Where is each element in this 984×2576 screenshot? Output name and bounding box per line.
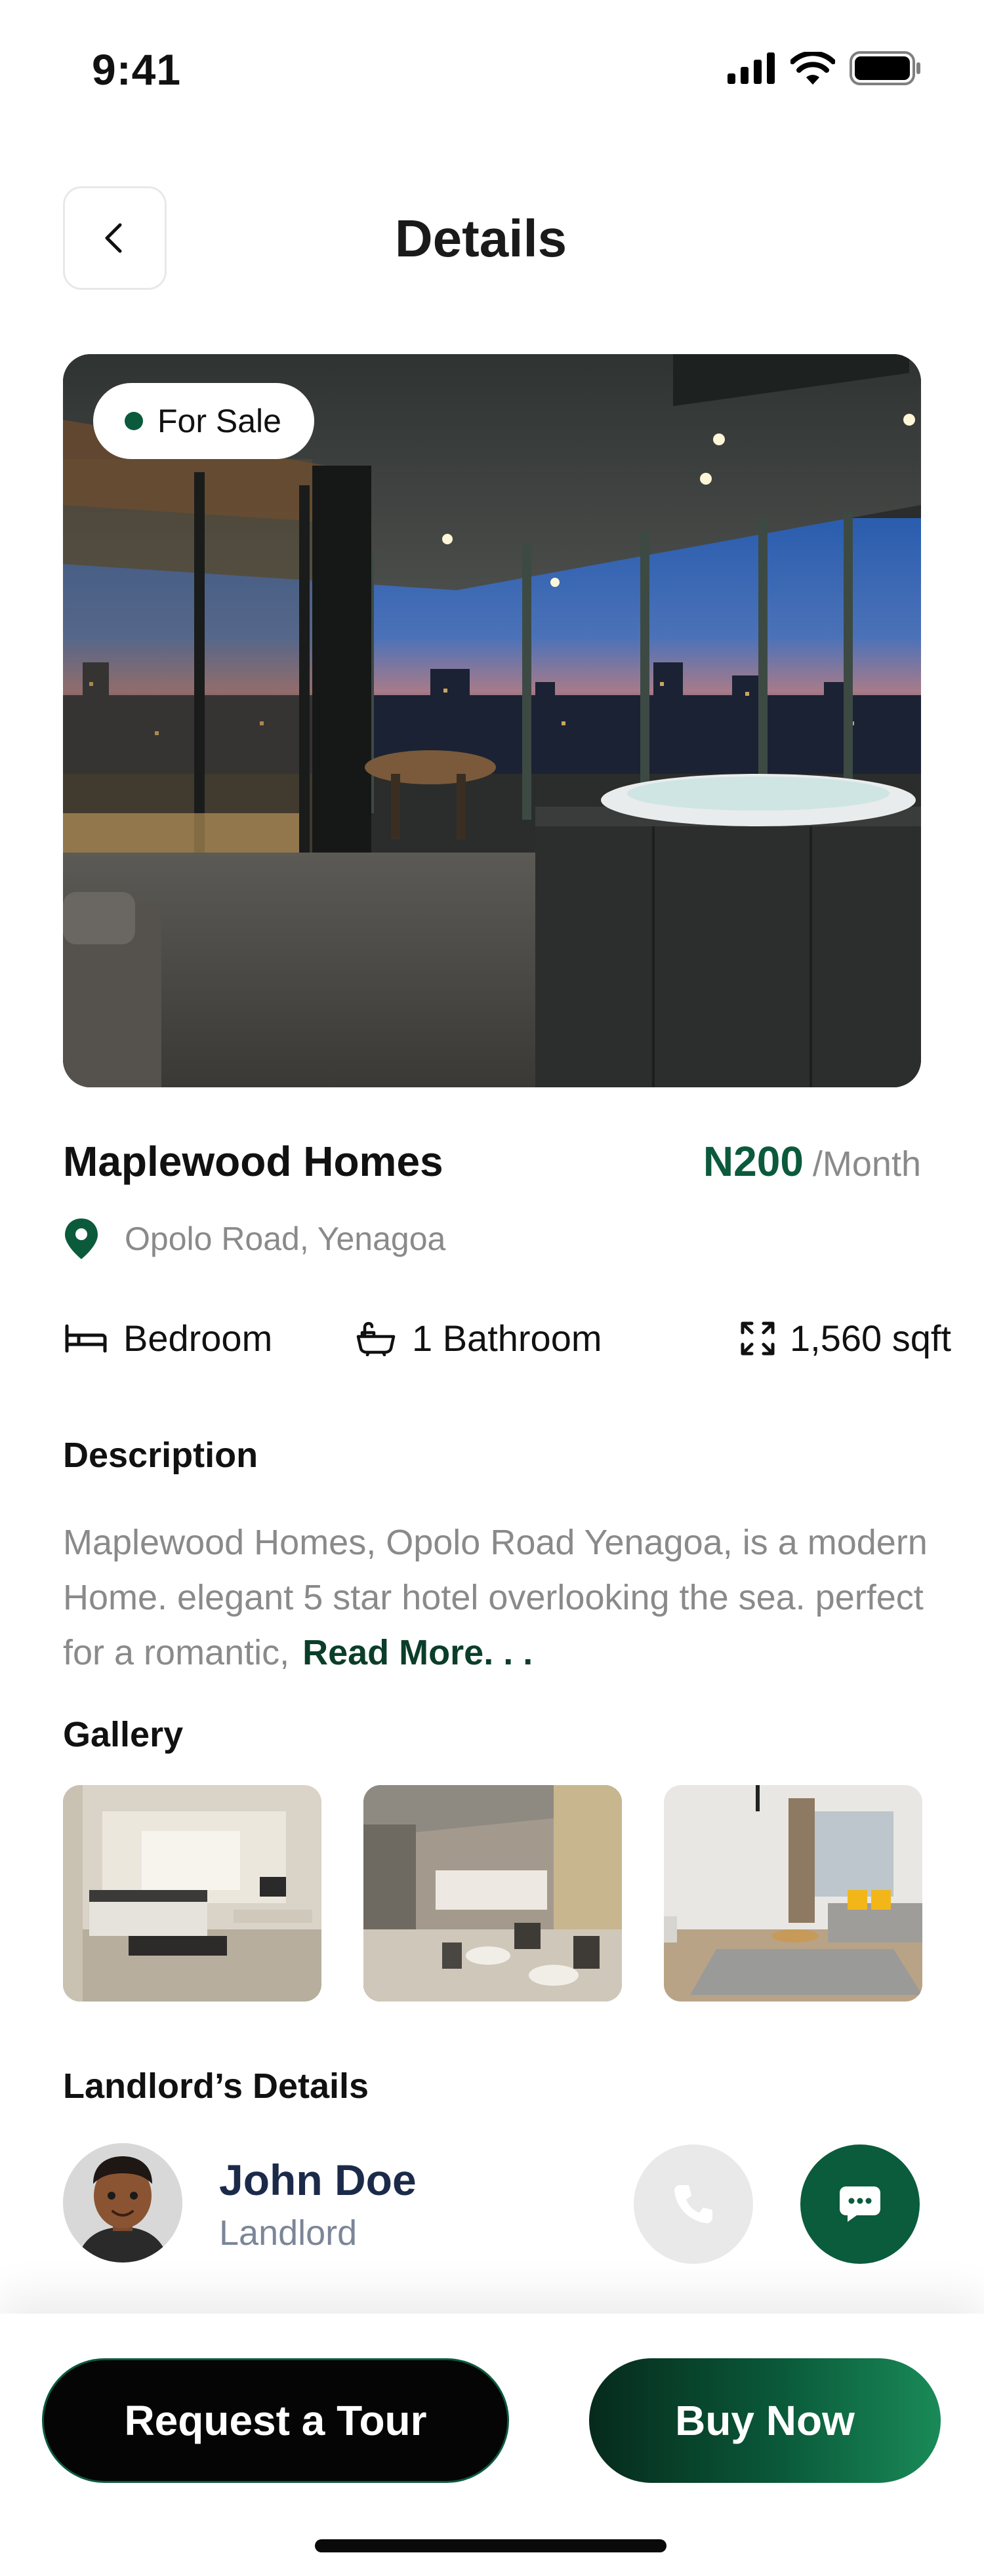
property-hero-image: For Sale	[63, 354, 921, 1087]
location-text: Opolo Road, Yenagoa	[125, 1220, 446, 1257]
description-title: Description	[63, 1436, 258, 1475]
phone-icon	[674, 2185, 712, 2223]
buy-now-button[interactable]: Buy Now	[589, 2358, 941, 2483]
for-sale-badge: For Sale	[93, 383, 314, 459]
request-tour-button[interactable]: Request a Tour	[42, 2358, 509, 2483]
status-icons	[728, 51, 922, 85]
chat-bubble-icon	[840, 2186, 880, 2222]
cellular-signal-icon	[728, 52, 775, 84]
feature-label: 1,560 sqft	[790, 1318, 951, 1359]
page-title: Details	[394, 209, 567, 268]
price-period: /Month	[812, 1144, 921, 1184]
landlord-section-title: Landlord’s Details	[63, 2066, 369, 2106]
landlord-name: John Doe	[219, 2156, 417, 2204]
avatar-icon	[63, 2143, 182, 2263]
feature-bedroom: Bedroom	[63, 1317, 354, 1359]
location-pin-icon	[65, 1218, 98, 1259]
property-name: Maplewood Homes	[63, 1138, 443, 1185]
property-features: Bedroom 1 Bathroom 1,560 sqft	[63, 1317, 984, 1359]
landlord-card: John Doe Landlord	[63, 2143, 921, 2266]
gallery	[63, 1785, 922, 2002]
price-amount: N200	[703, 1138, 804, 1185]
bathtub-icon	[356, 1321, 396, 1356]
description-text: Maplewood Homes, Opolo Road Yenagoa, is …	[63, 1515, 929, 1680]
call-button[interactable]	[634, 2144, 753, 2264]
gallery-title: Gallery	[63, 1715, 184, 1754]
gallery-image-lounge[interactable]	[363, 1785, 622, 2002]
property-location: Opolo Road, Yenagoa	[63, 1217, 445, 1260]
gallery-image-living-room[interactable]	[664, 1785, 922, 2002]
living-room-photo	[664, 1785, 922, 2002]
bed-icon	[65, 1324, 107, 1352]
bedroom-photo	[63, 1785, 321, 2002]
feature-label: Bedroom	[123, 1318, 273, 1359]
lounge-photo	[363, 1785, 622, 2002]
chat-button[interactable]	[800, 2144, 920, 2264]
feature-label: 1 Bathroom	[412, 1318, 602, 1359]
for-sale-label: For Sale	[157, 403, 281, 439]
status-dot-icon	[125, 412, 143, 430]
battery-icon	[850, 51, 920, 85]
feature-area: 1,560 sqft	[740, 1317, 951, 1359]
avatar	[63, 2143, 182, 2263]
landlord-role: Landlord	[219, 2213, 358, 2253]
feature-bathroom: 1 Bathroom	[354, 1317, 740, 1359]
property-price: N200 /Month	[703, 1137, 921, 1186]
area-expand-icon	[741, 1321, 775, 1355]
gallery-image-bedroom[interactable]	[63, 1785, 321, 2002]
status-time: 9:41	[92, 45, 182, 94]
wifi-icon	[790, 52, 835, 85]
read-more-link[interactable]: Read More. . .	[302, 1633, 533, 1672]
home-indicator	[315, 2539, 666, 2552]
hero-photo	[63, 354, 921, 1087]
